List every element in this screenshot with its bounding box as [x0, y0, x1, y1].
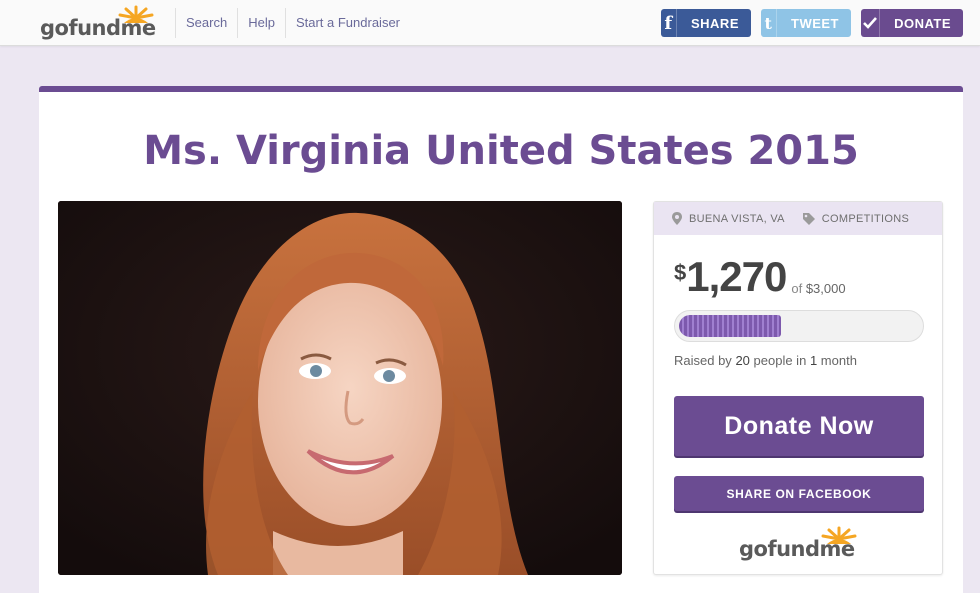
facebook-share-button[interactable]: f SHARE	[661, 9, 751, 37]
donation-sidebar: BUENA VISTA, VA COMPETITIONS $ 1,270 of …	[653, 201, 943, 575]
top-navigation-bar: gofundme Search Help Start a Fundraiser …	[0, 0, 980, 46]
sidebar-gofundme-logo: gofundme	[739, 526, 859, 563]
duration-count: 1	[809, 353, 818, 368]
raised-by-prefix: Raised by	[674, 353, 732, 368]
gofundme-logo[interactable]: gofundme	[40, 5, 160, 42]
location-pin-icon	[672, 212, 682, 225]
logo-go: go	[40, 16, 69, 40]
twitter-icon: t	[761, 9, 777, 37]
sidebar-logo-go: go	[739, 537, 768, 561]
tag-icon	[802, 212, 815, 225]
location-tag[interactable]: BUENA VISTA, VA	[672, 212, 785, 225]
logo-wordmark: gofundme	[40, 16, 156, 40]
people-label: people in	[753, 353, 807, 368]
sidebar-logo-wordmark: gofundme	[739, 537, 855, 561]
campaign-meta: BUENA VISTA, VA COMPETITIONS	[654, 202, 942, 235]
sidebar-logo-fund: fund	[767, 537, 820, 561]
goal-of-label: of	[791, 281, 803, 296]
campaign-photo	[58, 201, 622, 575]
tweet-button[interactable]: t TWEET	[761, 9, 851, 37]
campaign-photo-portrait	[58, 201, 622, 575]
share-on-facebook-button[interactable]: SHARE ON FACEBOOK	[674, 476, 924, 511]
nav-start-fundraiser[interactable]: Start a Fundraiser	[284, 8, 410, 38]
raised-amount: 1,270	[686, 253, 787, 300]
progress-bar-fill	[679, 315, 781, 337]
nav-help[interactable]: Help	[237, 8, 285, 38]
campaign-card: Ms. Virginia United States 2015 BUENA VI…	[39, 86, 963, 593]
header-donate-button[interactable]: DONATE	[861, 9, 963, 37]
category-tag[interactable]: COMPETITIONS	[802, 212, 910, 225]
main-nav: Search Help Start a Fundraiser	[175, 0, 410, 46]
raised-by-text: Raised by 20 people in 1 month	[674, 353, 857, 368]
nav-search[interactable]: Search	[175, 8, 237, 38]
donate-label: DONATE	[894, 15, 951, 31]
campaign-title: Ms. Virginia United States 2015	[143, 128, 859, 174]
tweet-label: TWEET	[791, 15, 839, 31]
currency-symbol: $	[674, 260, 687, 285]
logo-fund: fund	[68, 16, 121, 40]
donate-now-button[interactable]: Donate Now	[674, 396, 924, 456]
category-label: COMPETITIONS	[821, 212, 910, 225]
amount-raised: $ 1,270 of $3,000	[674, 254, 846, 300]
progress-bar	[674, 310, 924, 342]
goal-text: of $3,000	[791, 281, 845, 296]
goal-amount: $3,000	[805, 281, 846, 296]
duration-label: month	[820, 353, 857, 368]
location-label: BUENA VISTA, VA	[689, 212, 785, 225]
facebook-icon: f	[661, 9, 677, 37]
logo-me: me	[120, 16, 157, 40]
checkmark-icon	[861, 9, 881, 37]
sidebar-logo-me: me	[819, 537, 856, 561]
facebook-share-label: SHARE	[690, 15, 739, 31]
donor-count: 20	[735, 353, 750, 368]
